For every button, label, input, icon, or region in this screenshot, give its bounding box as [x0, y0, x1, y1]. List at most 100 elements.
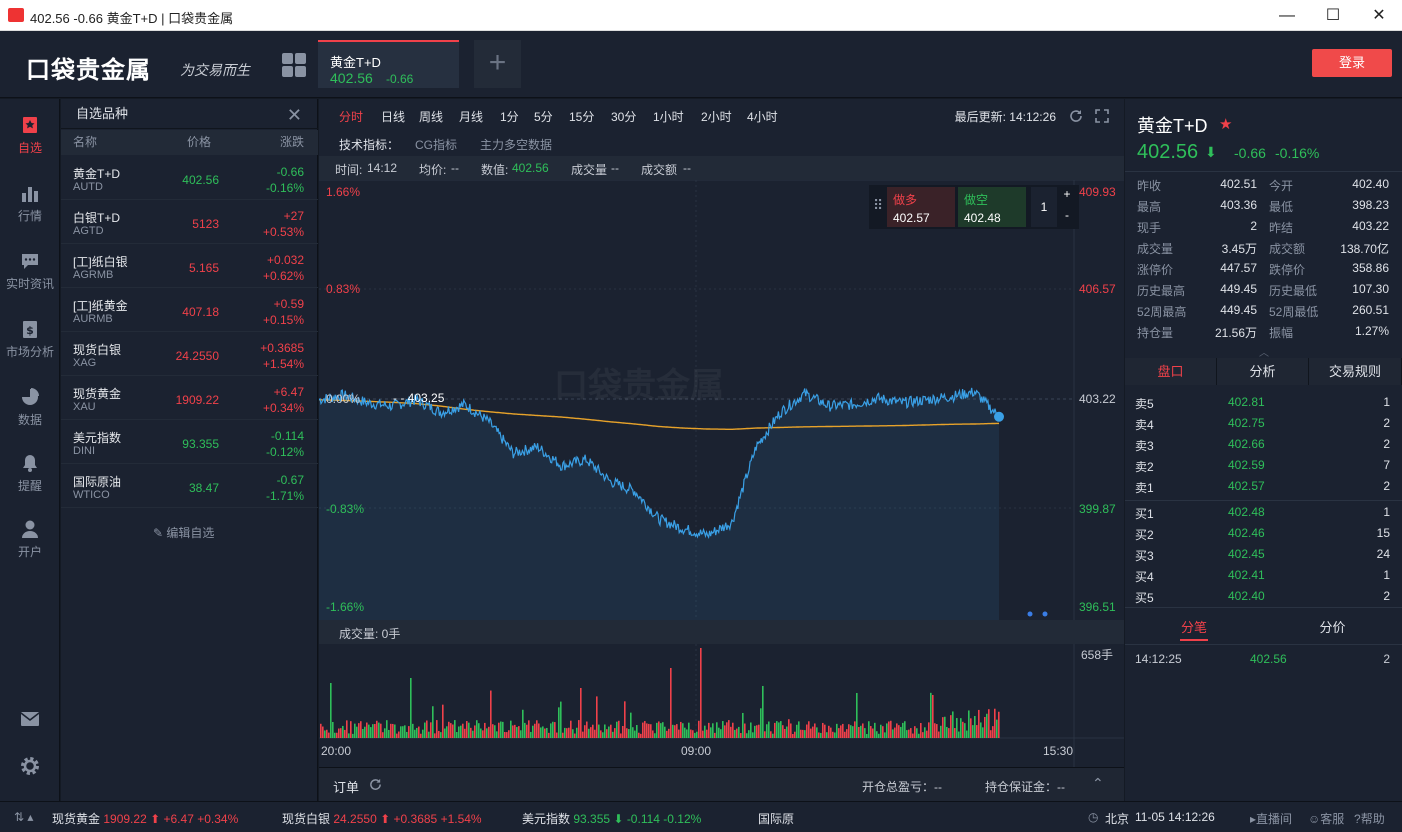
orderbook-row[interactable]: 买4 402.41 1	[1125, 568, 1402, 589]
sell-short-button[interactable]: 做空 402.48	[958, 187, 1026, 227]
refresh-icon[interactable]	[1069, 109, 1083, 123]
watchlist-row[interactable]: [工]纸白银 AGRMB 5.165 +0.032 +0.62%	[61, 244, 318, 288]
info-bar: 时间: 14:12 均价: -- 数值: 402.56 成交量 -- 成交额 -…	[319, 156, 1124, 180]
tab-analysis[interactable]: 分析	[1217, 358, 1309, 385]
fullscreen-icon[interactable]	[1095, 109, 1109, 123]
tab-orderbook[interactable]: 盘口	[1125, 358, 1217, 385]
mail-icon[interactable]	[20, 711, 40, 727]
quote-name: 黄金T+D	[1137, 116, 1208, 136]
timeframe-tab[interactable]: 月线	[459, 108, 483, 125]
quantity-input[interactable]: 1	[1031, 187, 1057, 227]
chevron-up-icon[interactable]: ⌃	[1092, 775, 1104, 792]
volume-bar	[844, 731, 846, 738]
live-button[interactable]: ▸直播间	[1250, 810, 1292, 827]
ticker-settings-icon[interactable]: ⇅ ▴	[14, 810, 33, 824]
timeframe-tab[interactable]: 分时	[339, 108, 363, 125]
nav-item-account[interactable]: 开户	[0, 519, 60, 560]
tab-ticks[interactable]: 分笔	[1125, 617, 1263, 636]
star-icon[interactable]: ★	[1219, 115, 1232, 133]
slogan: 为交易而生	[180, 63, 250, 79]
nav-item-news[interactable]: 实时资讯	[0, 251, 60, 292]
timeframe-tab[interactable]: 2小时	[701, 108, 732, 125]
nav-item-market[interactable]: 行情	[0, 183, 60, 224]
order-title[interactable]: 订单	[333, 777, 359, 796]
volume-bar	[460, 725, 462, 738]
volume-chart[interactable]: 658手 20:00 09:00 15:30	[319, 644, 1124, 767]
watchlist-row[interactable]: 现货黄金 XAU 1909.22 +6.47 +0.34%	[61, 376, 318, 420]
indicator-main-force[interactable]: 主力多空数据	[480, 136, 552, 153]
ticker-item[interactable]: 现货黄金 1909.22 ⬆ +6.47 +0.34%	[52, 810, 238, 827]
drag-handle-icon[interactable]: ⠿	[873, 197, 883, 214]
buy-long-button[interactable]: 做多 402.57	[887, 187, 955, 227]
volume-bar	[964, 723, 966, 738]
orderbook-row[interactable]: 卖3 402.66 2	[1125, 437, 1402, 458]
indicator-cg[interactable]: CG指标	[415, 136, 457, 153]
row-name: 国际原油	[73, 475, 122, 489]
watchlist-row[interactable]: 白银T+D AGTD 5123 +27 +0.53%	[61, 200, 318, 244]
ticker-item[interactable]: 现货白银 24.2550 ⬆ +0.3685 +1.54%	[282, 810, 482, 827]
orderbook-row[interactable]: 卖4 402.75 2	[1125, 416, 1402, 437]
orderbook-row[interactable]: 卖2 402.59 7	[1125, 458, 1402, 479]
row-change: +6.47	[273, 385, 304, 399]
level-qty: 15	[1376, 526, 1390, 540]
nav-item-alerts[interactable]: 提醒	[0, 453, 60, 494]
volume-bar	[764, 731, 766, 738]
price-chart[interactable]: 口袋贵金属 - - 403.25 1.66% 0.83% 0.00% -0.83…	[319, 180, 1124, 620]
login-button[interactable]: 登录	[1312, 49, 1392, 77]
field-label: 跌停价	[1269, 263, 1306, 277]
ticker-item[interactable]: 美元指数 93.355 ⬇ -0.114 -0.12%	[522, 810, 701, 827]
help-button[interactable]: ?帮助	[1354, 810, 1385, 827]
nav-item-data[interactable]: 数据	[0, 387, 60, 428]
timeframe-tab[interactable]: 周线	[419, 108, 443, 125]
orderbook-row[interactable]: 卖1 402.57 2	[1125, 479, 1402, 500]
timeframe-tab[interactable]: 5分	[534, 108, 553, 125]
tab-gold-td[interactable]: 黄金T+D 402.56 -0.66	[318, 40, 459, 88]
close-icon[interactable]: ✕	[287, 105, 302, 126]
watchlist-row[interactable]: 黄金T+D AUTD 402.56 -0.66 -0.16%	[61, 156, 318, 200]
nav-item-analysis[interactable]: $ 市场分析	[0, 319, 60, 360]
timeframe-tab[interactable]: 1分	[500, 108, 519, 125]
service-button[interactable]: ☺客服	[1308, 810, 1344, 827]
y-right-label: 403.22	[1079, 392, 1116, 406]
volume-bar	[850, 725, 852, 738]
watchlist-row[interactable]: 现货白银 XAG 24.2550 +0.3685 +1.54%	[61, 332, 318, 376]
level-qty: 1	[1383, 395, 1390, 409]
volume-bar	[762, 685, 764, 738]
volume-bar	[754, 725, 756, 738]
quantity-minus-button[interactable]: -	[1059, 208, 1075, 227]
timeframe-tab[interactable]: 4小时	[747, 108, 778, 125]
minimize-button[interactable]: —	[1264, 0, 1310, 31]
orderbook-row[interactable]: 买3 402.45 24	[1125, 547, 1402, 568]
volume-bar	[566, 728, 568, 738]
add-tab-button[interactable]: +	[474, 40, 521, 88]
quantity-plus-button[interactable]: +	[1059, 187, 1075, 206]
star-icon	[23, 117, 37, 133]
volume-bar	[708, 722, 710, 738]
tab-price-dist[interactable]: 分价	[1263, 617, 1402, 636]
orderbook-row[interactable]: 买1 402.48 1	[1125, 505, 1402, 526]
timeframe-tab[interactable]: 日线	[381, 108, 405, 125]
timeframe-tab[interactable]: 30分	[611, 108, 636, 125]
volume-bar	[774, 722, 776, 738]
volume-bar	[652, 730, 654, 738]
refresh-icon[interactable]	[369, 778, 382, 791]
orderbook-row[interactable]: 买2 402.46 15	[1125, 526, 1402, 547]
grid-icon[interactable]	[282, 53, 306, 77]
volume-bar	[554, 722, 556, 738]
timeframe-tab[interactable]: 15分	[569, 108, 594, 125]
orderbook-row[interactable]: 卖5 402.81 1	[1125, 395, 1402, 416]
watchlist-row[interactable]: 美元指数 DINI 93.355 -0.114 -0.12%	[61, 420, 318, 464]
watchlist-row[interactable]: [工]纸黄金 AURMB 407.18 +0.59 +0.15%	[61, 288, 318, 332]
edit-watchlist-button[interactable]: ✎ 编辑自选	[153, 524, 214, 541]
bell-icon	[23, 455, 37, 472]
tab-name: 黄金T+D	[330, 55, 381, 70]
maximize-button[interactable]: ☐	[1310, 0, 1356, 31]
timeframe-tab[interactable]: 1小时	[653, 108, 684, 125]
volume-bar	[526, 724, 528, 738]
watchlist-row[interactable]: 国际原油 WTICO 38.47 -0.67 -1.71%	[61, 464, 318, 508]
collapse-icon[interactable]: ︿	[1259, 344, 1269, 359]
tab-rules[interactable]: 交易规则	[1309, 358, 1402, 385]
settings-icon[interactable]	[19, 755, 41, 777]
nav-item-watchlist[interactable]: 自选	[0, 115, 60, 156]
close-window-button[interactable]: ✕	[1356, 0, 1402, 31]
